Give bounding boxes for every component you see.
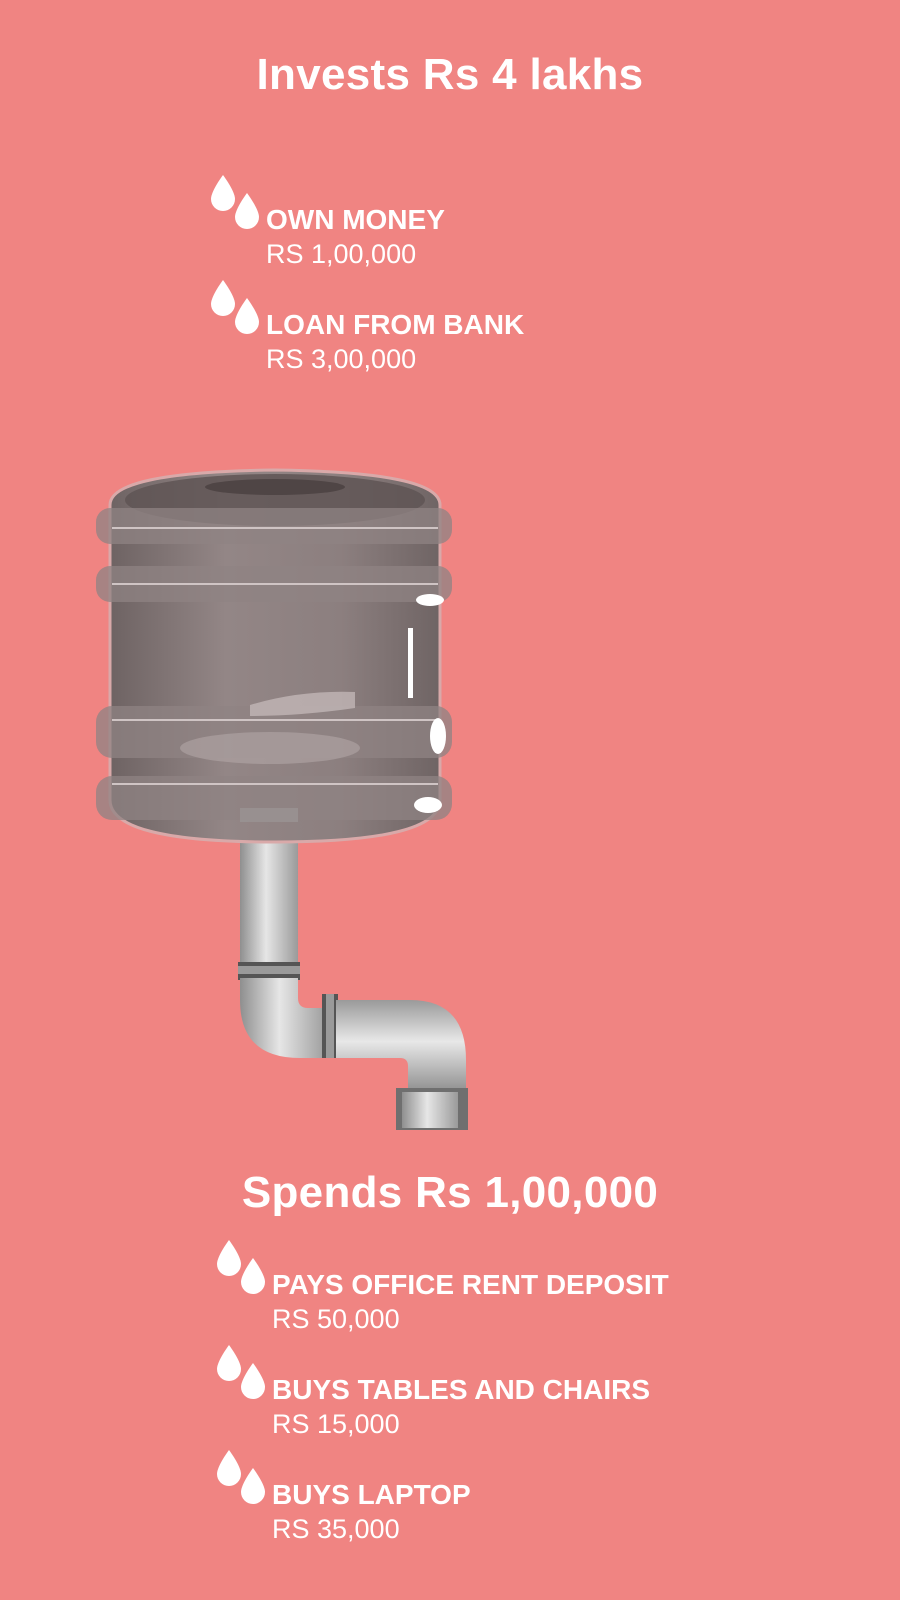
water-drop-icon [217,1240,265,1294]
item-value: RS 15,000 [272,1409,400,1439]
water-tank-icon [96,468,452,844]
water-drop-icon [217,1450,265,1504]
tank-illustration [96,468,468,1130]
item-label: PAYS OFFICE RENT DEPOSIT [272,1269,669,1300]
item-value: RS 50,000 [272,1304,400,1334]
item-label: BUYS LAPTOP [272,1479,471,1510]
water-drop-icon [217,1345,265,1399]
pipe-icon [238,810,468,1130]
item-label: BUYS TABLES AND CHAIRS [272,1374,651,1405]
item-value: RS 35,000 [272,1514,400,1544]
spend-title: Spends Rs 1,00,000 [241,1168,659,1217]
